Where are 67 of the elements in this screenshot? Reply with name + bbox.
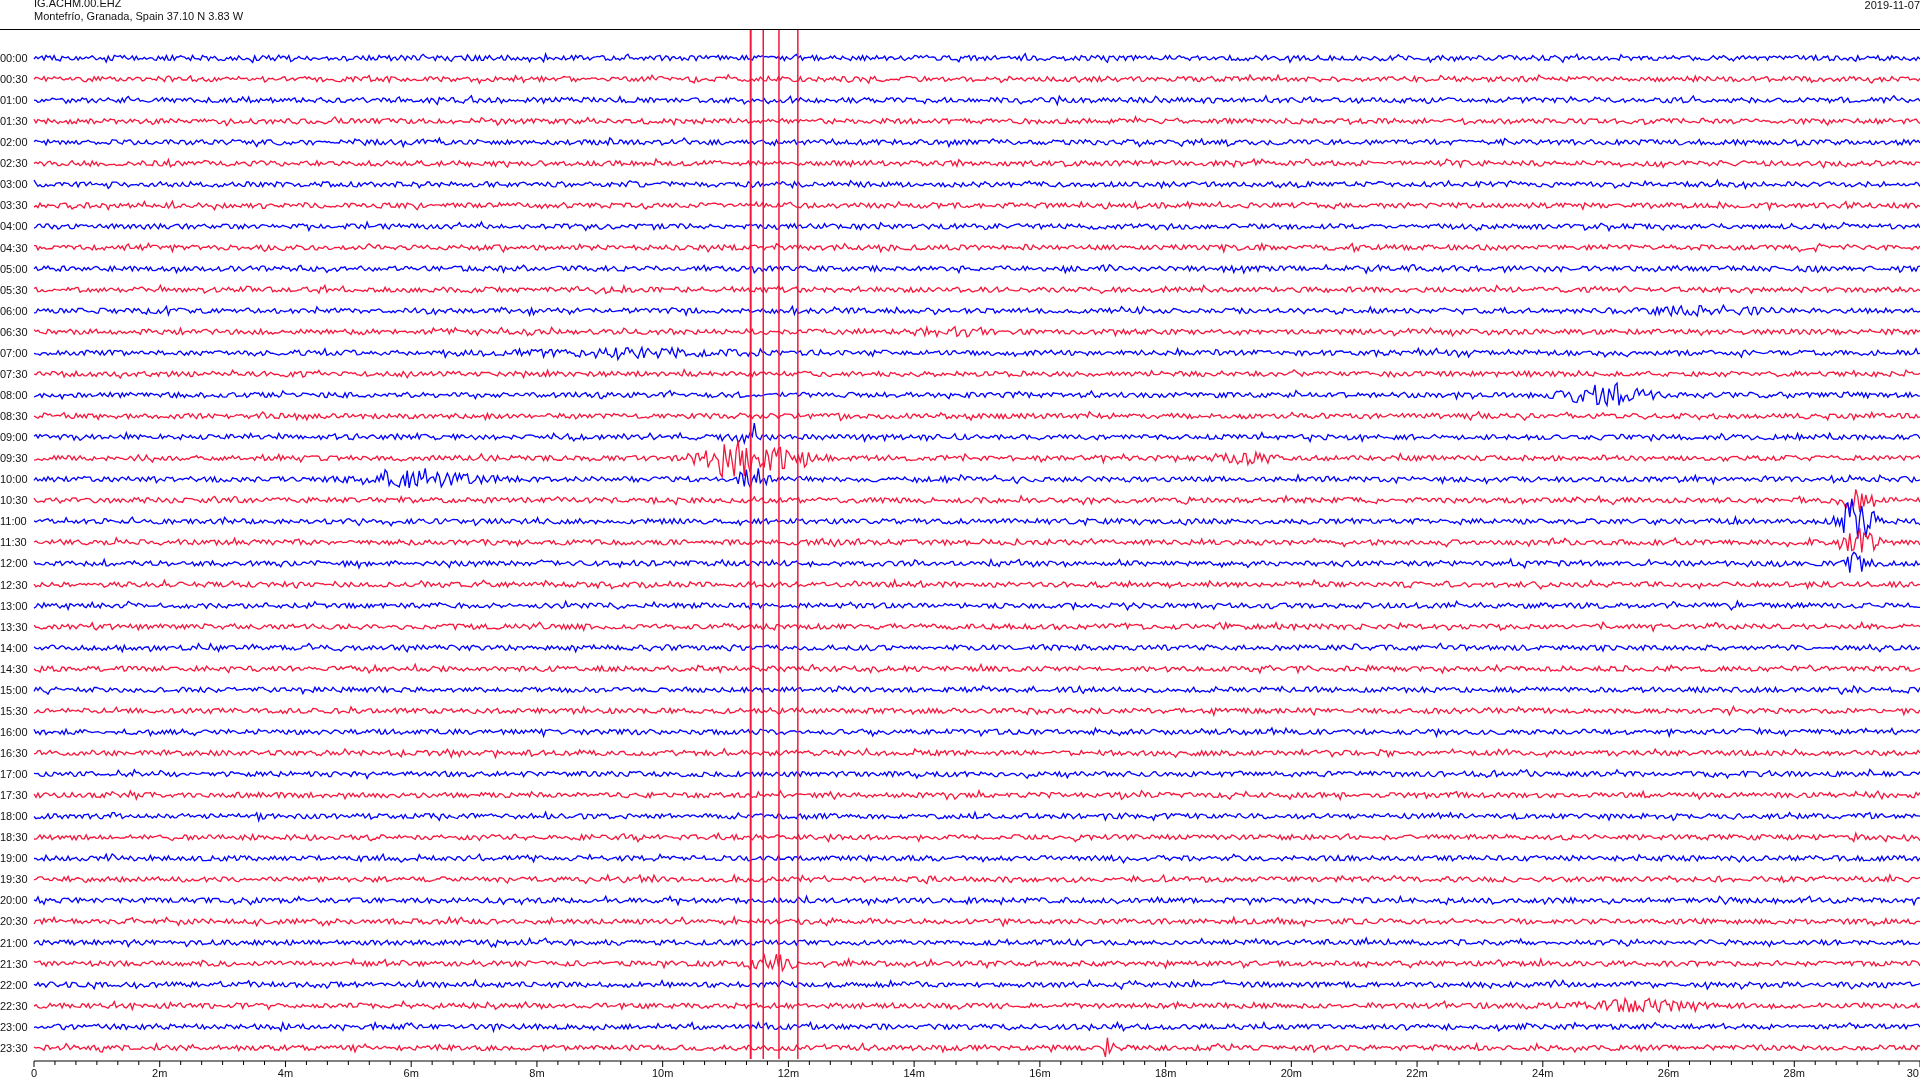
time-label: 01:00 [0,94,28,107]
axis-label: 24m [1532,1067,1554,1079]
axis-label: 30 [1906,1067,1919,1079]
record-date: 2019-11-07 [1864,0,1920,13]
time-label: 06:30 [0,325,28,338]
axis-label: 14m [903,1067,925,1079]
time-label: 10:30 [0,494,28,507]
axis-label: 4m [277,1067,294,1079]
time-label: 18:30 [0,831,28,844]
axis-label: 0 [30,1067,38,1079]
time-label: 17:00 [0,768,28,781]
time-label: 13:30 [0,620,28,633]
time-label: 22:30 [0,999,28,1012]
time-label: 23:00 [0,1020,28,1033]
time-label: 16:30 [0,747,28,759]
axis-label: 6m [403,1067,419,1079]
time-label: 23:30 [0,1041,28,1054]
time-label: 00:30 [0,73,28,86]
time-label: 20:30 [0,915,28,928]
time-label: 03:00 [0,178,28,191]
time-label: 00:00 [0,52,28,64]
axis-label: 8m [529,1067,545,1079]
time-label: 09:30 [0,452,28,465]
time-label: 17:30 [0,789,28,802]
time-label: 07:00 [0,346,28,359]
time-label: 19:00 [0,852,28,865]
time-label: 07:30 [0,367,28,380]
time-label: 08:30 [0,410,28,422]
time-label: 12:00 [0,557,28,570]
time-label: 04:00 [0,220,28,233]
axis-label: 2m [152,1067,168,1079]
axis-label: 16m [1029,1067,1051,1079]
time-label: 05:00 [0,262,28,275]
axis-label: 12m [777,1067,800,1079]
time-label: 01:30 [0,115,28,128]
time-label: 16:00 [0,725,28,738]
time-label: 20:00 [0,894,28,907]
time-label: 19:30 [0,873,28,886]
time-label: 04:30 [0,241,28,254]
time-label: 21:00 [0,936,28,949]
time-label: 02:00 [0,136,28,149]
station-location: Montefrío, Granada, Spain 37.10 N 3.83 W [34,10,244,23]
time-label: 05:30 [0,283,28,296]
time-label: 03:30 [0,199,28,212]
time-label: 15:00 [0,683,28,696]
time-label: 14:00 [0,641,28,654]
time-label: 21:30 [0,957,28,970]
axis-label: 20m [1280,1067,1303,1079]
station-code: IG.ACHM.00.EHZ [34,0,123,10]
axis-label: 28m [1783,1067,1805,1079]
time-label: 06:00 [0,304,28,317]
time-label: 14:30 [0,662,28,675]
time-label: 12:30 [0,578,28,591]
time-label: 13:00 [0,599,28,612]
time-label: 11:00 [0,515,27,528]
axis-label: 22m [1406,1067,1428,1079]
axis-label: 26m [1657,1067,1680,1079]
time-label: 11:30 [0,536,27,549]
axis-label: 18m [1154,1067,1177,1079]
time-label: 15:30 [0,704,28,717]
time-label: 22:00 [0,978,28,991]
time-label: 18:00 [0,810,28,823]
time-label: 02:30 [0,157,28,170]
time-label: 09:00 [0,431,28,444]
time-label: 08:00 [0,388,28,401]
axis-label: 10m [651,1067,674,1079]
time-label: 10:00 [0,473,28,486]
